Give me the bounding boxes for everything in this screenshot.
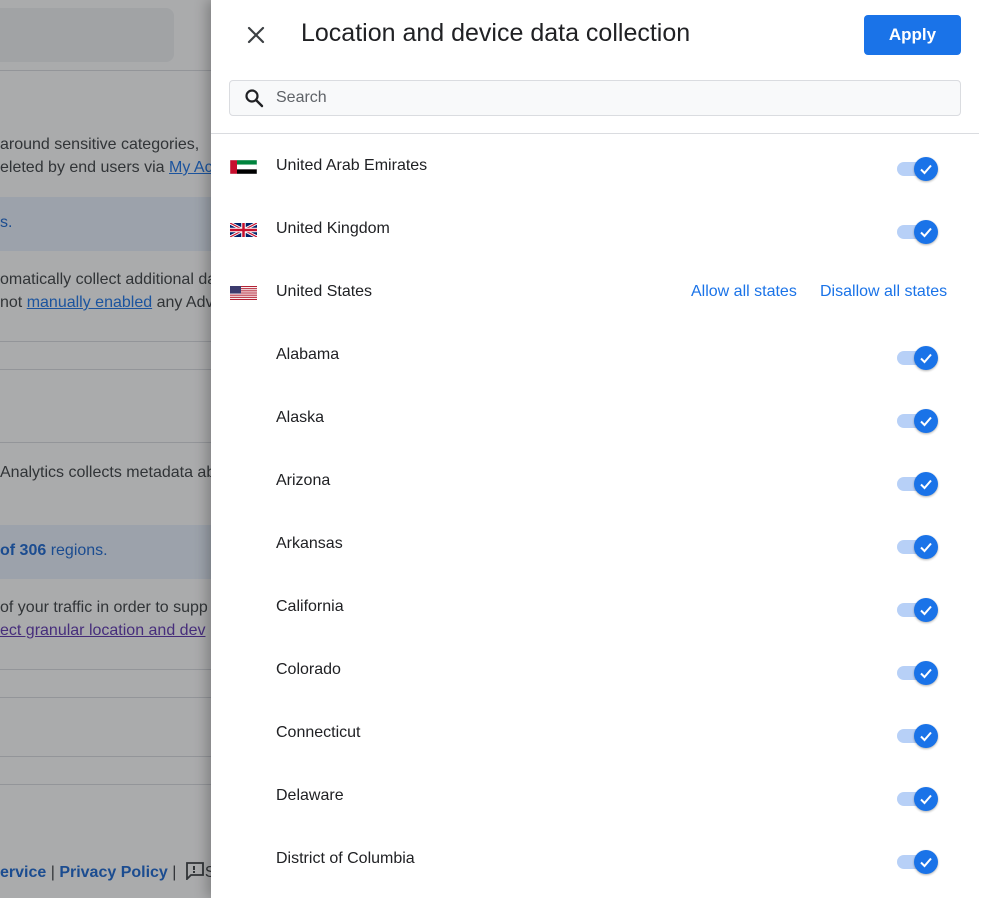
header-divider [211,133,979,134]
check-icon [920,353,932,364]
country-row-us: United States Allow all states Disallow … [211,261,1000,324]
apply-button[interactable]: Apply [864,15,961,55]
search-icon [245,89,264,108]
state-row: Delaware [211,765,1000,828]
country-name: United Kingdom [276,220,390,237]
state-name: Alaska [276,409,325,426]
search-input[interactable] [276,81,946,115]
check-icon [920,479,932,490]
check-icon [920,164,932,175]
uae-toggle[interactable] [897,156,939,181]
state-toggle[interactable] [897,345,939,370]
check-icon [920,857,932,868]
check-icon [920,731,932,742]
state-row: Arizona [211,450,1000,513]
disallow-all-states-button[interactable]: Disallow all states [820,283,947,301]
region-list: United Arab Emirates United Kingdom Unit… [211,135,1000,891]
state-name: California [276,598,344,615]
state-name: Arkansas [276,535,343,552]
state-name: District of Columbia [276,850,415,867]
allow-all-states-button[interactable]: Allow all states [691,283,797,301]
close-button[interactable] [243,22,269,48]
state-name: Colorado [276,661,341,678]
state-row: Colorado [211,639,1000,702]
state-row: Alaska [211,387,1000,450]
state-toggle[interactable] [897,849,939,874]
drawer-title: Location and device data collection [301,19,691,47]
state-row: Alabama [211,324,1000,387]
data-collection-drawer: Location and device data collection Appl… [211,0,1000,898]
state-row: Connecticut [211,702,1000,765]
state-row: District of Columbia [211,828,1000,891]
state-name: Arizona [276,472,331,489]
state-toggle[interactable] [897,786,939,811]
state-toggle[interactable] [897,723,939,748]
search-box[interactable] [229,80,961,116]
uae-flag-icon [230,160,257,174]
state-row: California [211,576,1000,639]
close-icon [247,26,265,44]
check-icon [920,668,932,679]
state-name: Alabama [276,346,340,363]
country-name: United Arab Emirates [276,157,428,174]
state-name: Delaware [276,787,344,804]
country-row-uae: United Arab Emirates [211,135,1000,198]
check-icon [920,227,932,238]
state-toggle[interactable] [897,660,939,685]
state-name: Connecticut [276,724,361,741]
state-toggle[interactable] [897,408,939,433]
uk-toggle[interactable] [897,219,939,244]
check-icon [920,542,932,553]
country-name: United States [276,283,373,300]
us-flag-icon [230,286,257,300]
check-icon [920,605,932,616]
check-icon [920,794,932,805]
country-row-uk: United Kingdom [211,198,1000,261]
state-toggle[interactable] [897,597,939,622]
state-toggle[interactable] [897,471,939,496]
check-icon [920,416,932,427]
state-row: Arkansas [211,513,1000,576]
state-toggle[interactable] [897,534,939,559]
uk-flag-icon [230,223,257,237]
